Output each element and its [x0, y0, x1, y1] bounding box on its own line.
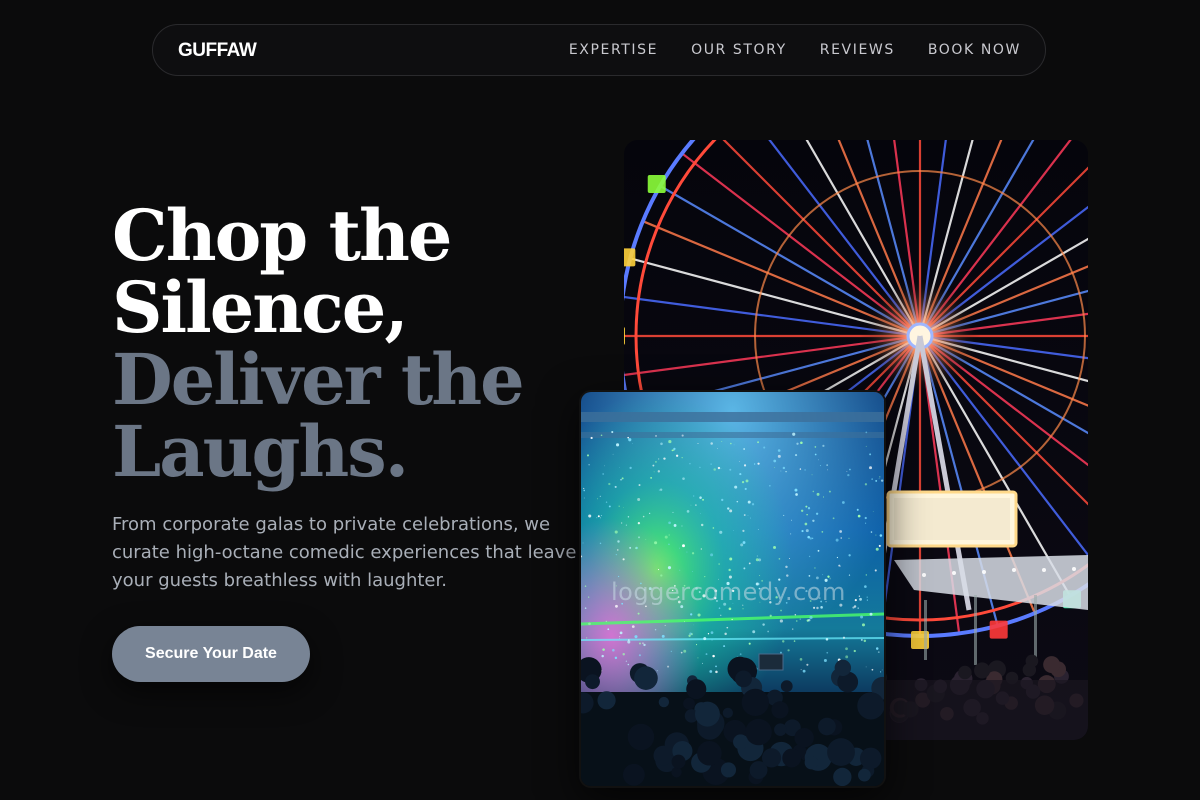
nav-link-reviews[interactable]: REVIEWS [820, 42, 895, 58]
watermark-text: loggercomedy.com [611, 578, 846, 606]
top-navbar: GUFFAW EXPERTISE OUR STORY REVIEWS BOOK … [152, 24, 1046, 76]
hero-title-line-3: Deliver the [112, 344, 612, 416]
hero-title-line-1: Chop the [112, 200, 612, 272]
brand-logo[interactable]: GUFFAW [178, 40, 256, 62]
nav-link-our-story[interactable]: OUR STORY [691, 42, 787, 58]
hero-title: Chop the Silence, Deliver the Laughs. [112, 200, 612, 488]
nav-link-expertise[interactable]: EXPERTISE [569, 42, 658, 58]
nav-link-book-now[interactable]: BOOK NOW [928, 42, 1021, 58]
hero-title-line-2: Silence, [112, 272, 612, 344]
concert-crowd-photo: loggercomedy.com [579, 390, 886, 788]
nav-links: EXPERTISE OUR STORY REVIEWS BOOK NOW [569, 42, 1021, 58]
hero-title-line-4: Laughs. [112, 416, 612, 488]
hero-subtitle: From corporate galas to private celebrat… [112, 511, 582, 595]
secure-your-date-button[interactable]: Secure Your Date [112, 626, 310, 682]
